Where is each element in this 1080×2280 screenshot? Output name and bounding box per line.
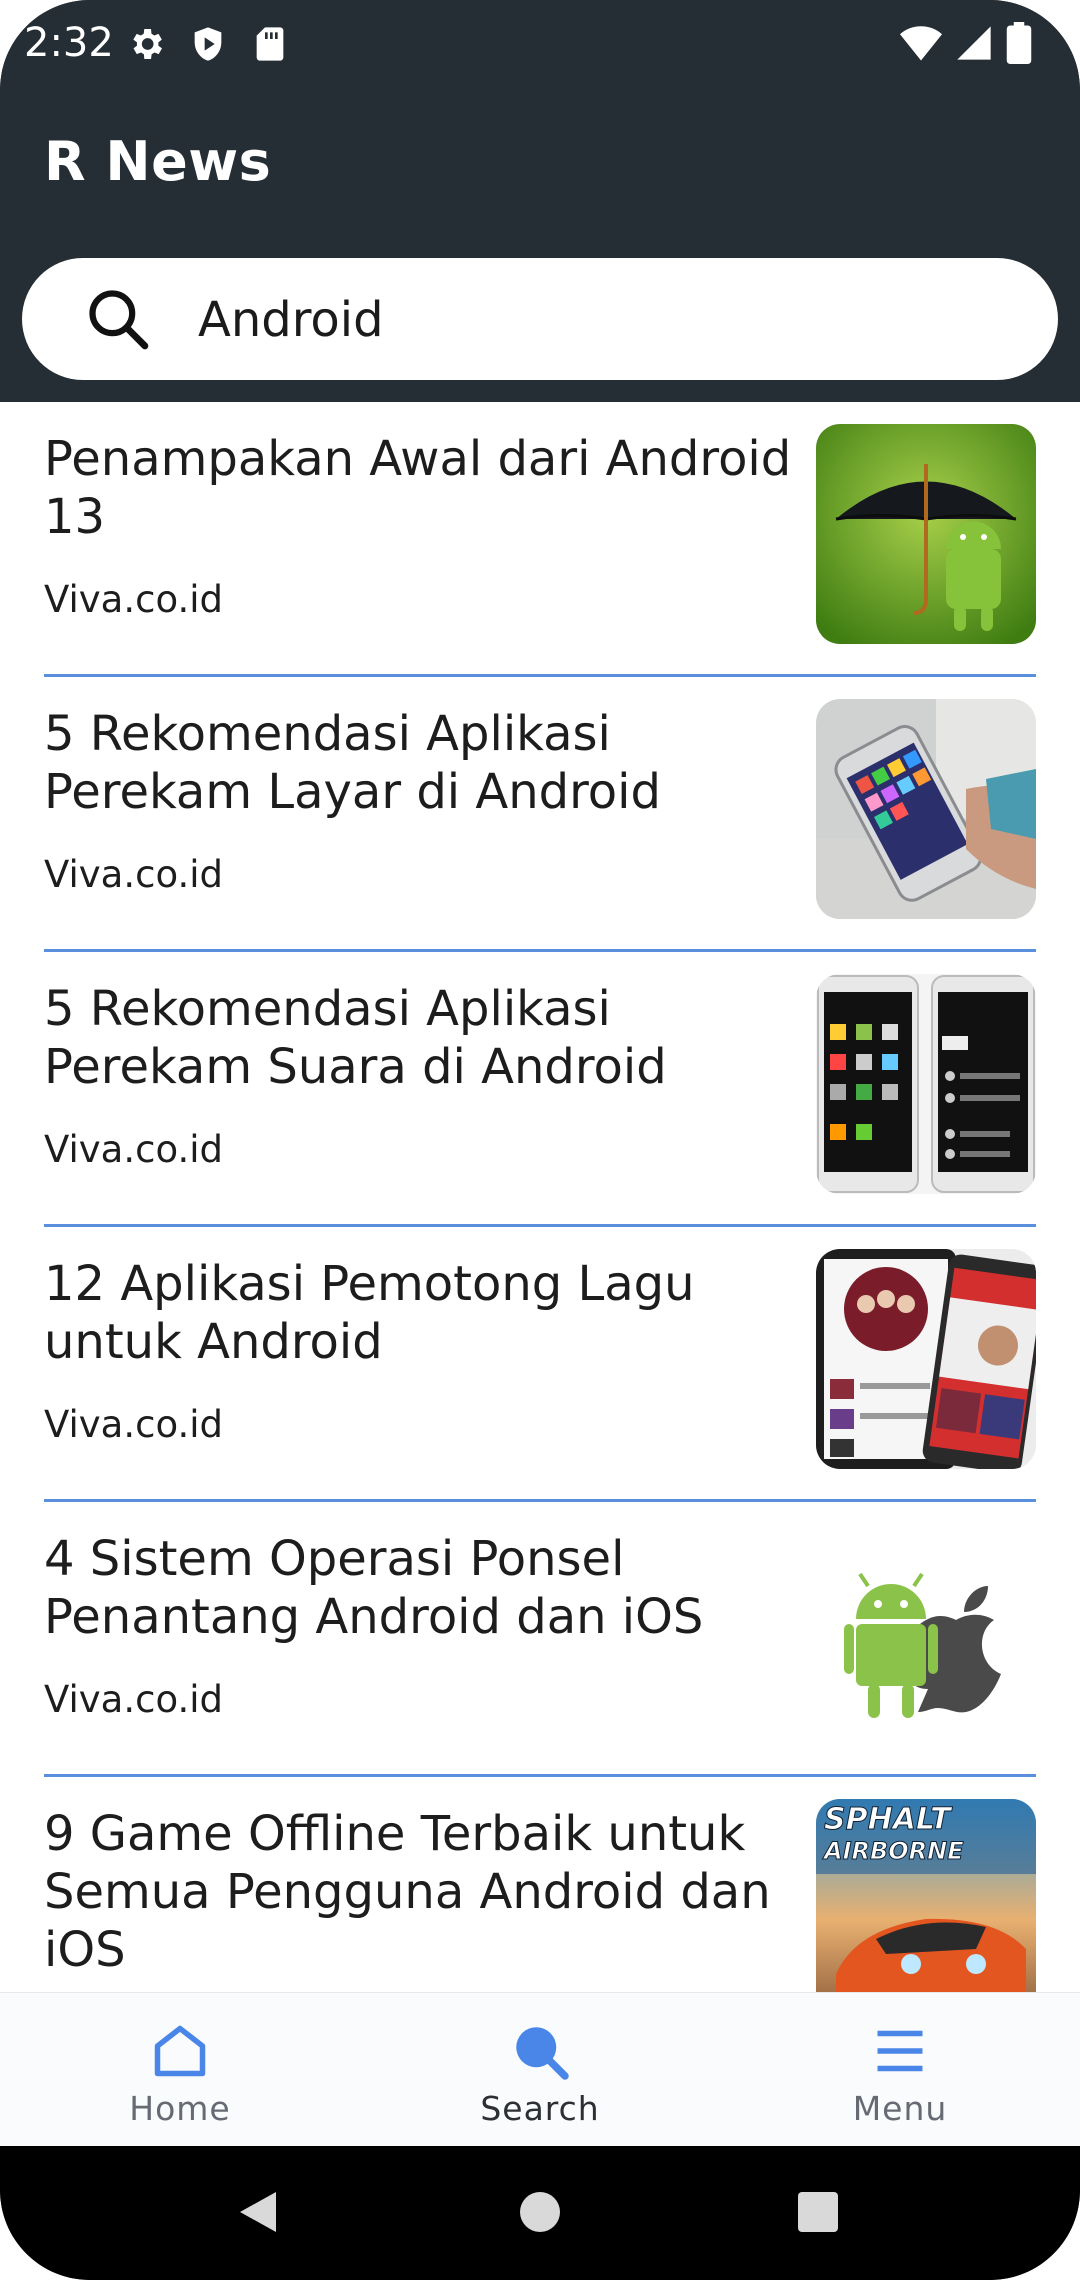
android-apple-logo-thumbnail [816,1524,1036,1744]
home-icon [154,2025,206,2077]
article-item[interactable]: 12 Aplikasi Pemotong Lagu untuk Android … [0,1227,1080,1502]
battery-icon [1006,22,1032,64]
status-time: 2:32 [24,20,114,66]
sd-card-icon [256,27,284,61]
article-list: Penampakan Awal dari Android 13 Viva.co.… [0,402,1080,1992]
article-title: 5 Rekomendasi Aplikasi Perekam Suara di … [44,981,667,1095]
search-nav-icon [516,2027,569,2080]
article-title: 9 Game Offline Terbaik untuk Semua Pengg… [44,1806,771,1978]
nav-menu-label: Menu [852,2089,948,2128]
search-icon [89,290,149,350]
article-item[interactable]: 5 Rekomendasi Aplikasi Perekam Suara di … [0,952,1080,1227]
svg-text:AIRBORNE: AIRBORNE [822,1837,964,1865]
article-item[interactable]: 4 Sistem Operasi Ponsel Penantang Androi… [0,1502,1080,1777]
article-title: 4 Sistem Operasi Ponsel Penantang Androi… [44,1531,704,1645]
article-title: 12 Aplikasi Pemotong Lagu untuk Android [44,1256,695,1370]
nav-search[interactable]: Search [360,1993,720,2147]
voice-recorder-screens-thumbnail [816,974,1036,1194]
article-source: Viva.co.id [44,1128,223,1171]
settings-gear-icon [133,29,162,59]
menu-icon [877,2030,923,2072]
home-circle-icon[interactable] [518,2190,562,2234]
phone-in-hand-thumbnail [816,699,1036,919]
status-right-icons [900,22,1032,64]
asphalt-airborne-thumbnail: SPHALT AIRBORNE [816,1799,1036,1992]
nav-menu[interactable]: Menu [720,1993,1080,2147]
shield-icon [194,27,222,61]
cell-signal-icon [957,26,991,60]
article-source: Viva.co.id [44,853,223,896]
search-bar[interactable]: Android [22,258,1058,380]
back-icon[interactable] [236,2188,280,2236]
umbrella-android-thumbnail [816,424,1036,644]
svg-text:SPHALT: SPHALT [824,1802,953,1837]
wifi-icon [900,26,942,61]
nav-search-label: Search [480,2089,600,2128]
device-frame: 2:32 R News Android Penampakan Awal dari… [0,0,1080,2280]
article-source: Viva.co.id [44,578,223,621]
nav-home-label: Home [129,2089,231,2128]
search-input[interactable]: Android [198,292,384,348]
article-title: Penampakan Awal dari Android 13 [44,431,792,545]
article-item[interactable]: Penampakan Awal dari Android 13 Viva.co.… [0,402,1080,677]
app-header: 2:32 R News Android [0,0,1080,402]
article-item[interactable]: 9 Game Offline Terbaik untuk Semua Pengg… [0,1777,1080,1992]
article-source: Viva.co.id [44,1403,223,1446]
app-title: R News [44,130,272,193]
article-source: Viva.co.id [44,1678,223,1721]
nav-home[interactable]: Home [0,1993,360,2147]
recents-square-icon[interactable] [798,2192,838,2232]
bottom-navigation: Home Search Menu [0,1992,1080,2146]
article-title: 5 Rekomendasi Aplikasi Perekam Layar di … [44,706,661,820]
music-app-phones-thumbnail [816,1249,1036,1469]
status-bar: 2:32 [0,0,1080,90]
article-item[interactable]: 5 Rekomendasi Aplikasi Perekam Layar di … [0,677,1080,952]
system-navigation-bar [0,2146,1080,2280]
